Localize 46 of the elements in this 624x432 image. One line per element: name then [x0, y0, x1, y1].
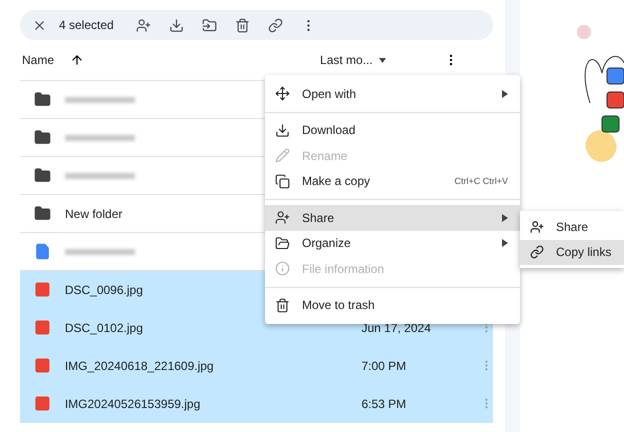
menu-item[interactable]: Download: [265, 118, 520, 143]
file-name: IMG20240526153959.jpg: [64, 396, 200, 410]
link-icon: [530, 245, 544, 260]
file-name: IMG_20240618_221609.jpg: [64, 358, 214, 372]
modified-date: Jun 17, 2024: [361, 320, 432, 334]
download-icon: [275, 122, 290, 138]
file-name: New folder: [65, 206, 122, 220]
menu-item[interactable]: Open with: [265, 81, 520, 106]
move-arrows-icon: [275, 86, 290, 102]
folder-icon: [34, 205, 51, 222]
selection-count: 4 selected: [59, 18, 114, 32]
image-file-icon: [34, 281, 51, 298]
image-file-icon: [34, 319, 51, 336]
document-icon: [34, 243, 51, 260]
menu-item[interactable]: Make a copy Ctrl+C Ctrl+V: [265, 168, 520, 194]
folder-icon: [34, 167, 51, 184]
trash-icon: [275, 298, 290, 313]
sort-arrow-icon[interactable]: [70, 53, 84, 67]
dropdown-caret-icon: [378, 58, 386, 62]
modified-date: 6:53 PM: [361, 396, 408, 410]
person-add-icon: [275, 210, 290, 226]
modified-date: 7:00 PM: [361, 358, 408, 372]
person-add-icon: [530, 220, 544, 234]
menu-item[interactable]: Share: [520, 214, 624, 240]
file-name: DSC_0096.jpg: [64, 282, 143, 296]
folder-icon: [34, 129, 51, 146]
image-file-icon: [34, 395, 51, 412]
blurred-text: [65, 96, 135, 102]
blurred-text: [65, 134, 135, 140]
name-column-header[interactable]: Name: [22, 53, 54, 67]
blurred-text: [65, 172, 135, 178]
menu-item[interactable]: Share: [265, 205, 520, 230]
blurred-text: [65, 248, 135, 254]
folder-icon: [275, 236, 290, 251]
last-modified-header[interactable]: Last mo...: [320, 53, 386, 67]
file-row[interactable]: IMG_20240618_221609.jpg 7:00 PM: [20, 347, 493, 385]
pencil-icon: [275, 148, 290, 164]
menu-item[interactable]: Copy links: [520, 240, 624, 265]
copy-icon: [275, 174, 290, 189]
image-file-icon: [34, 357, 51, 374]
shortcut-text: Ctrl+C Ctrl+V: [454, 176, 508, 186]
file-row[interactable]: IMG20240526153959.jpg 6:53 PM: [20, 385, 493, 423]
menu-item[interactable]: Organize: [265, 230, 520, 256]
file-name: DSC_0102.jpg: [64, 320, 143, 334]
info-icon: [275, 261, 290, 276]
folder-icon: [34, 91, 51, 108]
